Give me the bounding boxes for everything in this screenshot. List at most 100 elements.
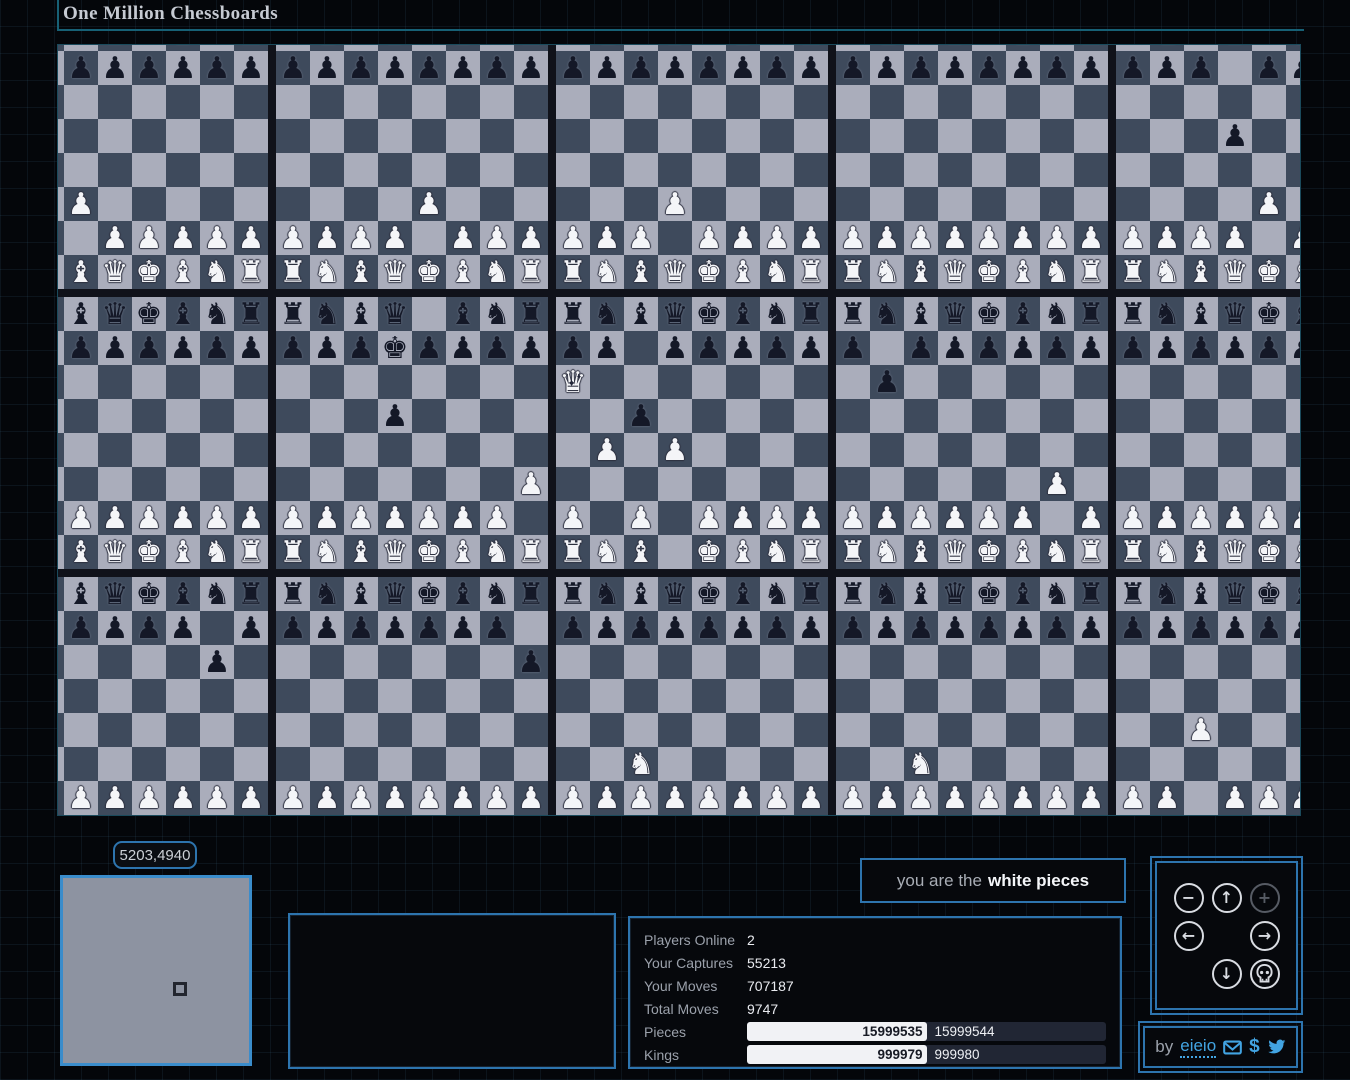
board-square[interactable] — [1150, 713, 1184, 747]
board-square[interactable] — [1116, 645, 1150, 679]
board-square[interactable]: ♟ — [870, 221, 904, 255]
board-square[interactable]: ♞ — [480, 577, 514, 611]
board-square[interactable]: ♞ — [480, 535, 514, 569]
white-pawn[interactable]: ♟ — [1184, 501, 1218, 535]
board-square[interactable]: ♟ — [1074, 781, 1108, 815]
board-square[interactable] — [556, 399, 590, 433]
board-square[interactable]: ♛ — [938, 297, 972, 331]
board-square[interactable]: ♟ — [1074, 501, 1108, 535]
board-square[interactable]: ♟ — [446, 51, 480, 85]
board-square[interactable] — [344, 467, 378, 501]
board-square[interactable]: ♛ — [1218, 577, 1252, 611]
black-queen[interactable]: ♛ — [378, 577, 412, 611]
board-square[interactable]: ♟ — [446, 611, 480, 645]
board-square[interactable] — [310, 433, 344, 467]
board-square[interactable] — [938, 433, 972, 467]
board-square[interactable] — [658, 501, 692, 535]
board-square[interactable]: ♟ — [590, 611, 624, 645]
pan-down-button[interactable]: ↓ — [1212, 959, 1242, 989]
board-square[interactable] — [344, 679, 378, 713]
black-bishop[interactable]: ♝ — [726, 297, 760, 331]
board-square[interactable]: ♜ — [1116, 255, 1150, 289]
board-square[interactable]: ♝ — [1184, 535, 1218, 569]
white-knight[interactable]: ♞ — [1150, 255, 1184, 289]
board-square[interactable]: ♝ — [166, 815, 200, 816]
board-square[interactable] — [1184, 153, 1218, 187]
black-pawn[interactable]: ♟ — [1006, 611, 1040, 645]
board-square[interactable] — [234, 399, 268, 433]
board-square[interactable]: ♚ — [132, 577, 166, 611]
board-square[interactable]: ♝ — [344, 255, 378, 289]
board-square[interactable] — [692, 85, 726, 119]
black-pawn[interactable]: ♟ — [234, 611, 268, 645]
white-pawn[interactable]: ♟ — [658, 781, 692, 815]
black-pawn[interactable]: ♟ — [760, 51, 794, 85]
board-square[interactable]: ♟ — [446, 331, 480, 365]
white-king[interactable]: ♚ — [132, 255, 166, 289]
black-rook[interactable]: ♜ — [1116, 44, 1150, 51]
board-square[interactable]: ♝ — [446, 297, 480, 331]
white-pawn[interactable]: ♟ — [64, 187, 98, 221]
white-king[interactable]: ♚ — [692, 535, 726, 569]
board-square[interactable] — [1116, 433, 1150, 467]
board-square[interactable] — [726, 153, 760, 187]
black-king[interactable]: ♚ — [132, 577, 166, 611]
board-square[interactable] — [794, 119, 828, 153]
board-square[interactable] — [514, 153, 548, 187]
board-square[interactable] — [938, 85, 972, 119]
board-square[interactable]: ♞ — [310, 815, 344, 816]
white-pawn[interactable]: ♟ — [1150, 221, 1184, 255]
white-pawn[interactable]: ♟ — [98, 221, 132, 255]
board-square[interactable] — [276, 713, 310, 747]
white-knight[interactable]: ♞ — [200, 535, 234, 569]
board-square[interactable] — [57, 85, 64, 119]
board-square[interactable]: ♝ — [344, 44, 378, 51]
board-square[interactable]: ♜ — [276, 44, 310, 51]
white-king[interactable]: ♚ — [412, 255, 446, 289]
black-pawn[interactable]: ♟ — [412, 331, 446, 365]
black-pawn[interactable]: ♟ — [166, 331, 200, 365]
board-square[interactable] — [344, 713, 378, 747]
board-square[interactable]: ♟ — [1006, 501, 1040, 535]
board-square[interactable] — [64, 713, 98, 747]
board-square[interactable] — [794, 365, 828, 399]
board-square[interactable]: ♞ — [870, 255, 904, 289]
board-square[interactable]: ♟ — [726, 611, 760, 645]
board-square[interactable] — [446, 747, 480, 781]
black-queen[interactable]: ♛ — [938, 297, 972, 331]
white-pawn[interactable]: ♟ — [276, 501, 310, 535]
board-square[interactable]: ♟ — [1252, 51, 1286, 85]
board-square[interactable]: ♝ — [904, 535, 938, 569]
white-pawn[interactable]: ♟ — [64, 781, 98, 815]
board-square[interactable]: ♟ — [234, 781, 268, 815]
board-square[interactable] — [234, 119, 268, 153]
board-square[interactable]: ♞ — [57, 44, 64, 51]
white-pawn[interactable]: ♟ — [870, 781, 904, 815]
black-queen[interactable]: ♛ — [98, 44, 132, 51]
board-square[interactable] — [98, 467, 132, 501]
board-square[interactable]: ♟ — [446, 221, 480, 255]
skull-button[interactable] — [1250, 959, 1280, 989]
board-square[interactable]: ♟ — [378, 501, 412, 535]
board-square[interactable]: ♚ — [972, 577, 1006, 611]
white-king[interactable]: ♚ — [1252, 535, 1286, 569]
white-pawn[interactable]: ♟ — [378, 221, 412, 255]
board-square[interactable]: ♟ — [692, 611, 726, 645]
white-pawn[interactable]: ♟ — [1218, 501, 1252, 535]
board-square[interactable] — [1286, 85, 1301, 119]
board-square[interactable] — [1040, 187, 1074, 221]
white-queen[interactable]: ♛ — [378, 255, 412, 289]
author-link[interactable]: eieio — [1180, 1036, 1216, 1058]
board-square[interactable]: ♟ — [726, 221, 760, 255]
white-pawn[interactable]: ♟ — [590, 433, 624, 467]
board-square[interactable] — [412, 297, 446, 331]
board-square[interactable] — [1074, 153, 1108, 187]
board-square[interactable] — [1074, 433, 1108, 467]
board-square[interactable]: ♟ — [624, 51, 658, 85]
white-pawn[interactable]: ♟ — [760, 781, 794, 815]
board-square[interactable]: ♟ — [1006, 221, 1040, 255]
black-bishop[interactable]: ♝ — [1006, 297, 1040, 331]
board-square[interactable] — [446, 119, 480, 153]
board-square[interactable] — [692, 153, 726, 187]
white-pawn[interactable]: ♟ — [1150, 781, 1184, 815]
